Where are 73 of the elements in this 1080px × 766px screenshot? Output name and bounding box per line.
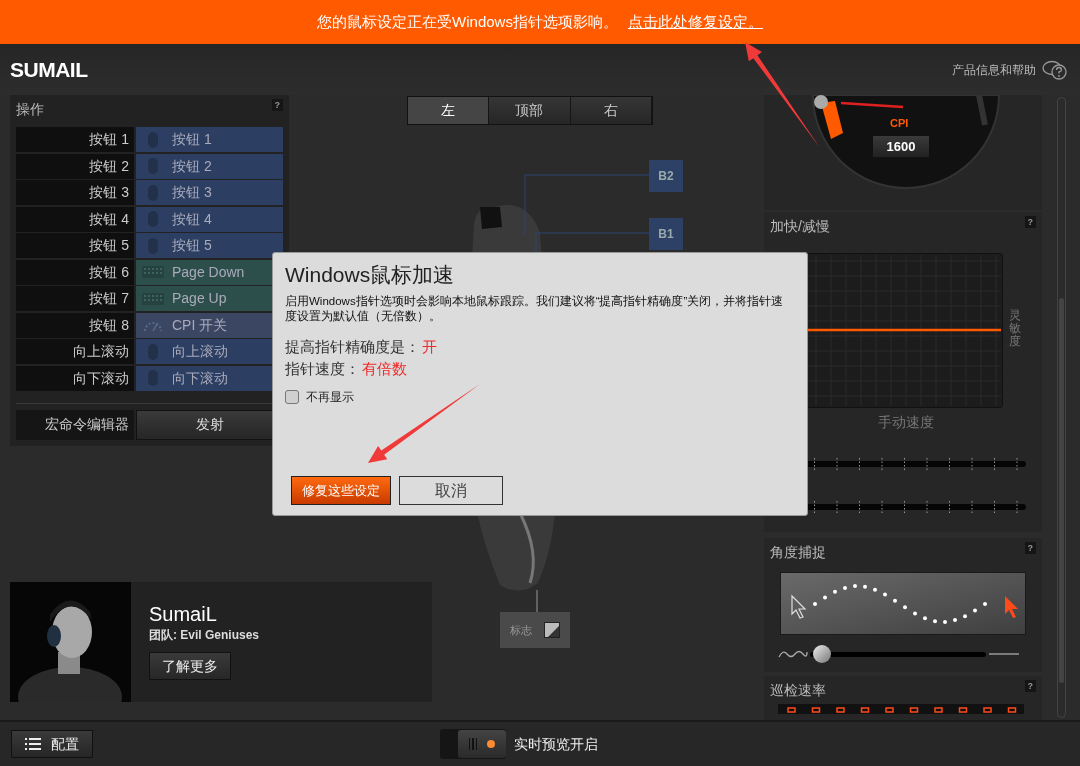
panel-title: 角度捕捉 — [770, 543, 826, 562]
help-badge[interactable]: ? — [271, 99, 283, 111]
fix-settings-button[interactable]: 修复这些设定 — [291, 476, 391, 505]
app-title: SUMAIL — [10, 56, 88, 83]
axis-label: 灵敏度 — [1009, 309, 1021, 351]
button-callout[interactable]: B1 — [649, 218, 683, 250]
logo-callout[interactable]: 标志 — [500, 612, 570, 648]
banner-message: 您的鼠标设定正在受Windows指针选项影响。 — [317, 11, 618, 32]
color-swatch-icon[interactable] — [544, 622, 560, 638]
config-button[interactable]: 配置 — [11, 730, 93, 758]
leader-line — [536, 590, 538, 612]
player-name: SumaiL — [149, 602, 218, 626]
button-label: 按钮 5 — [16, 233, 134, 258]
polling-rate-selector-drawing[interactable] — [778, 704, 1024, 714]
action-assignment[interactable]: 按钮 1 — [136, 127, 283, 152]
axis-label: 手动速度 — [878, 413, 935, 432]
panel-title: 加快/减慢 — [770, 217, 830, 236]
button-label: 按钮 3 — [16, 180, 134, 205]
mouse-icon — [147, 130, 159, 149]
setting-value: 有倍数 — [362, 358, 407, 379]
button-callout[interactable]: B2 — [649, 160, 683, 192]
cpi-value: 1600 — [872, 135, 930, 158]
live-preview-toggle[interactable] — [440, 729, 506, 759]
keyboard-icon — [142, 265, 164, 279]
action-assignment[interactable]: 按钮 2 — [136, 153, 283, 179]
setting-label: 提高指针精确度是： — [285, 336, 420, 357]
button-label: 按钮 6 — [16, 259, 134, 285]
macro-editor-label: 宏命令编辑器 — [16, 409, 134, 440]
mouse-icon — [147, 369, 159, 387]
mouse-icon — [147, 157, 159, 175]
mouse-icon — [147, 210, 159, 228]
button-label: 按钮 2 — [16, 153, 134, 179]
slider-thumb[interactable] — [813, 645, 832, 663]
button-label: 按钮 7 — [16, 286, 134, 311]
checkbox[interactable] — [285, 389, 299, 404]
keyboard-icon — [142, 291, 164, 306]
help-badge[interactable]: ? — [1024, 542, 1036, 554]
cpi-label: CPI — [890, 116, 909, 131]
action-assignment[interactable]: 按钮 4 — [136, 206, 283, 232]
view-tab[interactable]: 右 — [570, 97, 652, 124]
action-assignment[interactable]: 按钮 5 — [136, 233, 283, 258]
button-label: 按钮 4 — [16, 206, 134, 232]
panel-title: 操作 — [16, 100, 44, 119]
dialog-message: 启用Windows指针选项时会影响本地鼠标跟踪。我们建议将“提高指针精确度”关闭，并将指针速度设置为默认值（无倍数）。 — [285, 293, 785, 324]
team-name: 团队: Evil Geniuses — [149, 627, 260, 644]
chat-help-icon[interactable] — [1042, 59, 1068, 80]
button-label: 按钮 8 — [16, 312, 134, 338]
setting-label: 指针速度： — [285, 358, 360, 379]
straight-line-icon — [988, 652, 1020, 656]
setting-value: 开 — [422, 336, 437, 357]
checkbox-label: 不再显示 — [306, 388, 354, 406]
view-tab[interactable]: 顶部 — [489, 97, 571, 124]
help-badge[interactable]: ? — [1024, 680, 1036, 692]
angle-snapping-slider[interactable] — [810, 645, 986, 663]
button-label: 向下滚动 — [16, 365, 134, 391]
fix-settings-link[interactable]: 点击此处修复设定。 — [627, 10, 763, 34]
wave-icon — [778, 649, 808, 659]
view-tab[interactable]: 左 — [408, 97, 490, 124]
learn-more-button[interactable]: 了解更多 — [149, 652, 231, 680]
live-preview-label: 实时预览开启 — [514, 734, 598, 754]
help-badge[interactable]: ? — [1024, 216, 1036, 228]
button-label: 按钮 1 — [16, 127, 134, 152]
list-icon — [25, 738, 41, 750]
mouse-icon — [147, 236, 159, 255]
button-label: 向上滚动 — [16, 339, 134, 364]
mouse-icon — [147, 183, 159, 202]
panel-title: 巡检速率 — [770, 681, 826, 700]
dialog-title: Windows鼠标加速 — [285, 262, 456, 288]
help-link[interactable]: 产品信息和帮助 — [952, 60, 1036, 79]
cancel-button[interactable]: 取消 — [399, 476, 503, 505]
action-assignment[interactable]: 按钮 3 — [136, 180, 283, 205]
logo-label: 标志 — [510, 622, 532, 638]
mouse-icon — [147, 342, 159, 361]
